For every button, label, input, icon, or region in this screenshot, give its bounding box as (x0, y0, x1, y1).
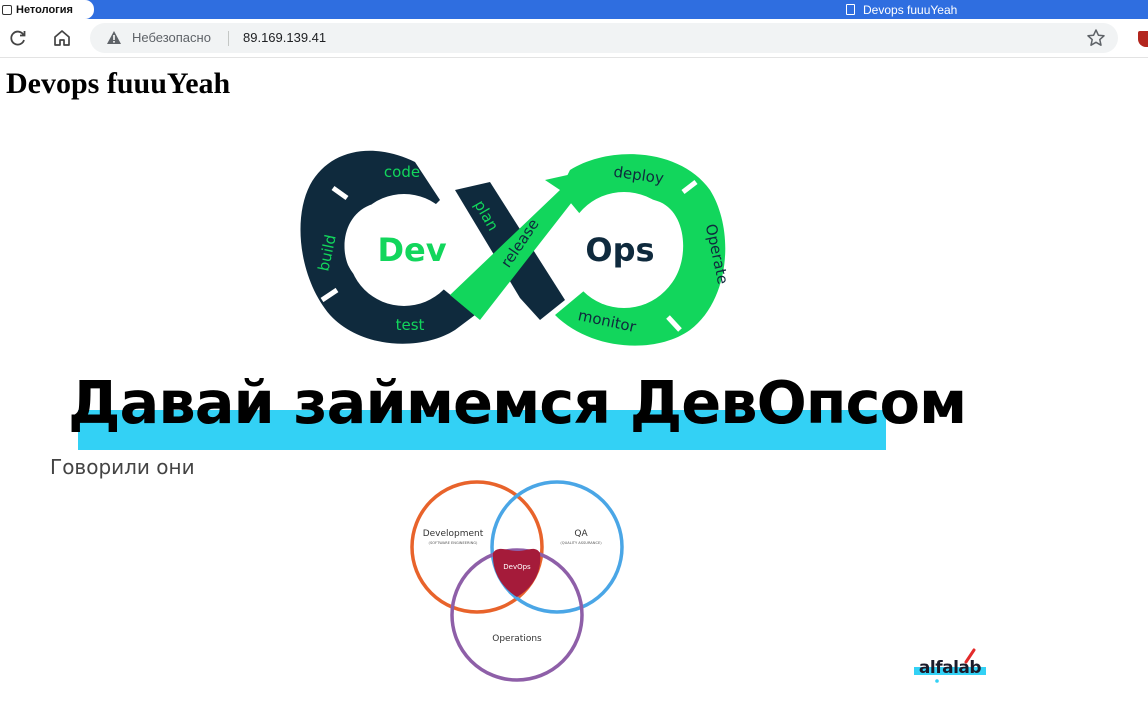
address-bar[interactable]: Небезопасно 89.169.139.41 (90, 23, 1118, 53)
window-icon (2, 4, 12, 15)
tab-netology[interactable]: Нетология (0, 0, 94, 19)
alfalab-text: alfalab (919, 658, 981, 678)
devops-intersection (492, 548, 541, 597)
development-text: Development (423, 529, 484, 539)
home-icon[interactable] (51, 27, 73, 49)
tab-bar: Нетология Devops fuuuYeah (0, 0, 1148, 19)
stage-test: test (396, 316, 425, 334)
warning-icon[interactable] (106, 30, 122, 45)
divider (228, 31, 229, 46)
devops-center-text: DevOps (503, 563, 531, 571)
alfalab-logo: alfalab (914, 648, 986, 683)
banner-headline: Давай займемся ДевОпсом (68, 368, 967, 437)
browser-toolbar: Небезопасно 89.169.139.41 (0, 19, 1148, 58)
qa-sub: (QUALITY ASSURANCE) (560, 541, 602, 545)
page-icon (846, 4, 855, 15)
tab-label: Нетология (16, 3, 73, 16)
extension-shield-icon[interactable] (1138, 31, 1148, 47)
url-text[interactable]: 89.169.139.41 (243, 30, 326, 45)
qa-text: QA (574, 529, 588, 539)
tab-label: Devops fuuuYeah (863, 2, 958, 17)
security-label[interactable]: Небезопасно (132, 30, 211, 45)
stage-code: code (384, 163, 420, 181)
ops-word: Ops (585, 231, 654, 269)
operations-text: Operations (492, 634, 542, 644)
dev-word: Dev (377, 231, 446, 269)
reload-icon[interactable] (7, 27, 29, 49)
page-title: Devops fuuuYeah (6, 67, 231, 100)
devops-infinity-logo: Dev Ops code build test plan deploy Oper… (300, 150, 732, 346)
development-sub: (SOFTWARE ENGINEERING) (429, 541, 478, 545)
banner-subhead: Говорили они (50, 455, 195, 479)
devops-venn-diagram: Development (SOFTWARE ENGINEERING) QA (Q… (410, 480, 624, 682)
tab-devops[interactable]: Devops fuuuYeah (846, 0, 957, 19)
bookmark-star-icon[interactable] (1086, 28, 1106, 48)
